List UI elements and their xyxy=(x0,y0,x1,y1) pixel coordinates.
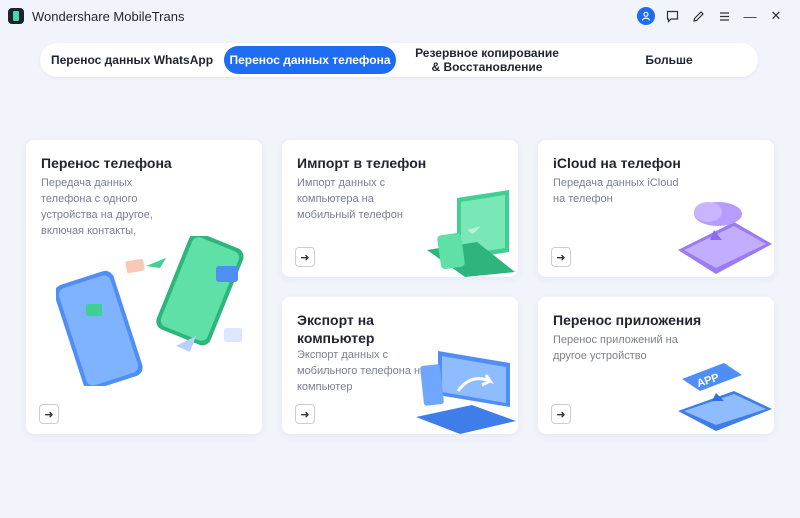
card-title: Перенос телефона xyxy=(41,155,172,171)
card-title: Экспорт на компьютер xyxy=(297,312,375,346)
tab-bar: Перенос данных WhatsApp Перенос данных т… xyxy=(40,43,758,77)
message-icon[interactable] xyxy=(662,6,682,26)
close-button[interactable]: ✕ xyxy=(766,6,786,26)
icloud-illustration xyxy=(678,202,772,274)
arrow-right-icon[interactable]: ➜ xyxy=(551,404,571,424)
tab-whatsapp-transfer[interactable]: Перенос данных WhatsApp xyxy=(46,46,218,74)
app-logo-icon xyxy=(8,8,24,24)
tab-phone-transfer[interactable]: Перенос данных телефона xyxy=(224,46,396,74)
window-controls: — ✕ xyxy=(636,6,786,26)
tab-backup-restore[interactable]: Резервное копирование & Восстановление xyxy=(402,45,572,75)
card-description: Экспорт данных с мобильного телефона на … xyxy=(297,349,427,393)
card-title: iCloud на телефон xyxy=(553,155,681,171)
card-app-transfer[interactable]: Перенос приложения Перенос приложений на… xyxy=(538,297,774,434)
card-import-to-phone[interactable]: Импорт в телефон Импорт данных с компьют… xyxy=(282,140,518,277)
arrow-right-icon[interactable]: ➜ xyxy=(295,404,315,424)
app-transfer-illustration: APP xyxy=(678,363,772,431)
card-description: Передача данных телефона с одного устрой… xyxy=(41,177,153,237)
card-export-to-computer[interactable]: Экспорт на компьютер Экспорт данных с мо… xyxy=(282,297,518,434)
tab-label: Резервное копирование & Восстановление xyxy=(415,46,559,74)
tab-label: Перенос данных телефона xyxy=(229,53,391,67)
tab-label: Больше xyxy=(645,53,693,67)
menu-icon[interactable] xyxy=(714,6,734,26)
arrow-right-icon[interactable]: ➜ xyxy=(551,247,571,267)
user-icon[interactable] xyxy=(636,6,656,26)
import-illustration xyxy=(427,190,515,277)
card-title: Импорт в телефон xyxy=(297,155,427,171)
card-title: Перенос приложения xyxy=(553,312,702,328)
card-description: Передача данных iCloud на телефон xyxy=(553,177,679,205)
tab-more[interactable]: Больше xyxy=(585,46,753,74)
card-icloud-to-phone[interactable]: iCloud на телефон Передача данных iCloud… xyxy=(538,140,774,277)
arrow-right-icon[interactable]: ➜ xyxy=(295,247,315,267)
export-illustration xyxy=(416,351,516,434)
phone-transfer-illustration xyxy=(56,236,244,386)
tab-label: Перенос данных WhatsApp xyxy=(50,53,214,67)
minimize-button[interactable]: — xyxy=(740,6,760,26)
card-description: Импорт данных с компьютера на мобильный … xyxy=(297,177,403,221)
edit-icon[interactable] xyxy=(688,6,708,26)
card-description: Перенос приложений на другое устройство xyxy=(553,334,678,362)
app-title: Wondershare MobileTrans xyxy=(32,9,185,24)
title-bar: Wondershare MobileTrans — ✕ xyxy=(0,0,800,34)
card-phone-transfer[interactable]: Перенос телефона Передача данных телефон… xyxy=(26,140,262,434)
arrow-right-icon[interactable]: ➜ xyxy=(39,404,59,424)
